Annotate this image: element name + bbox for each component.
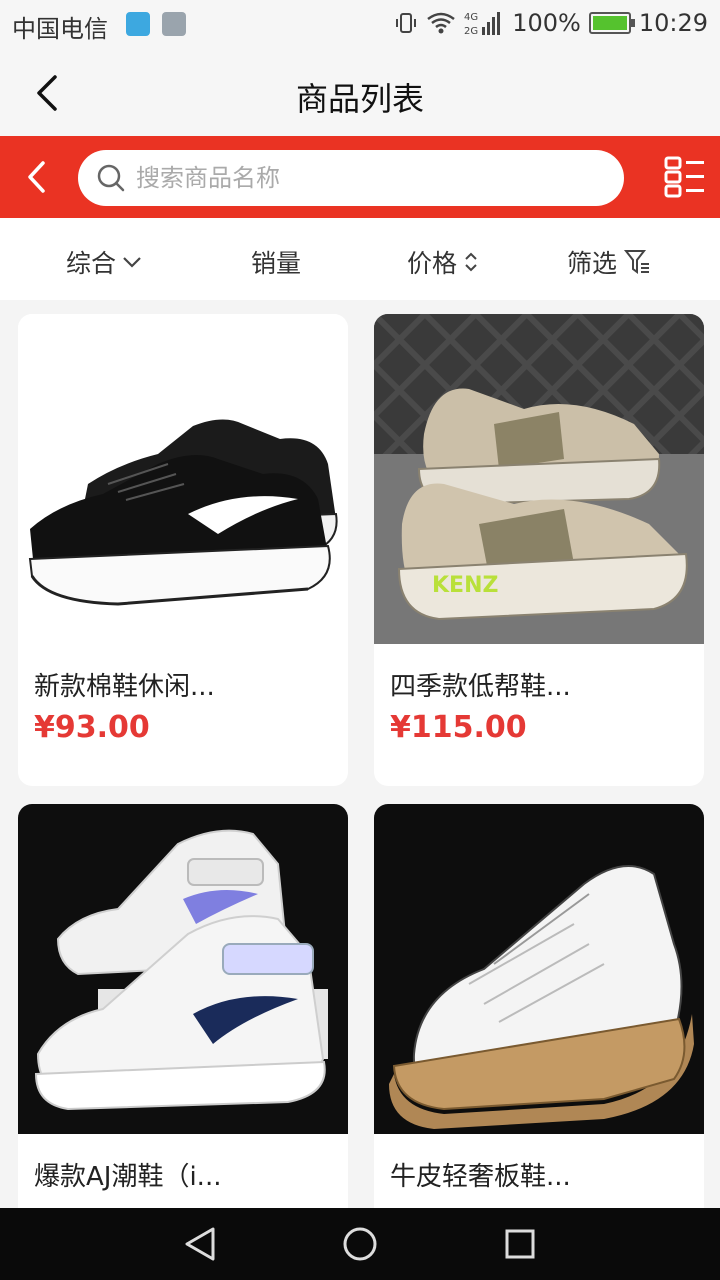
product-name: 新款棉鞋休闲... <box>34 672 215 702</box>
vibrate-icon <box>396 13 417 33</box>
clock: 10:29 <box>638 9 708 37</box>
page-title: 商品列表 <box>295 80 424 118</box>
product-image[interactable] <box>18 804 348 1134</box>
product-price: ¥115.00 <box>390 710 527 745</box>
search-icon <box>97 164 125 192</box>
product-card[interactable]: 新款棉鞋休闲... ¥93.00 <box>18 314 348 786</box>
product-card[interactable]: KENZ 四季款低帮鞋... ¥115.00 <box>374 314 704 786</box>
battery-percent: 100% <box>512 9 581 37</box>
product-name: 爆款AJ潮鞋（i... <box>34 1162 222 1192</box>
battery-icon <box>588 12 635 34</box>
product-card[interactable]: 爆款AJ潮鞋（i... <box>18 804 348 1208</box>
image-notification-icon <box>162 12 186 36</box>
sort-label: 综合 <box>66 249 117 278</box>
sort-label: 销量 <box>251 249 302 278</box>
search-header <box>0 136 720 218</box>
sort-comprehensive[interactable]: 综合 <box>66 244 142 280</box>
wifi-icon <box>427 12 455 34</box>
product-name: 四季款低帮鞋... <box>390 672 571 702</box>
signal-icon: 4G2G <box>464 12 501 37</box>
nav-recents-button[interactable] <box>500 1224 540 1264</box>
product-card[interactable]: 牛皮轻奢板鞋... <box>374 804 704 1208</box>
usb-icon <box>126 12 150 36</box>
product-grid: 新款棉鞋休闲... ¥93.00 KENZ 四季款低帮鞋... ¥115.00 … <box>0 300 720 1208</box>
product-name: 牛皮轻奢板鞋... <box>390 1162 571 1192</box>
svg-text:2G: 2G <box>464 26 478 37</box>
product-image[interactable]: KENZ <box>374 314 704 644</box>
sort-arrows-icon <box>465 252 477 272</box>
nav-home-button[interactable] <box>340 1224 380 1264</box>
sort-filter[interactable]: 筛选 <box>567 244 651 280</box>
system-nav-bar <box>0 1208 720 1280</box>
sort-label: 价格 <box>407 249 458 278</box>
svg-text:KENZ: KENZ <box>432 573 498 598</box>
nav-back-button[interactable] <box>180 1224 220 1264</box>
product-image[interactable] <box>374 804 704 1134</box>
product-image[interactable] <box>18 314 348 644</box>
sort-sales[interactable]: 销量 <box>251 244 301 280</box>
svg-text:4G: 4G <box>464 12 478 23</box>
filter-icon <box>623 250 650 274</box>
title-bar: 商品列表 <box>0 50 720 136</box>
triangle-back-icon <box>185 1227 215 1261</box>
search-input[interactable] <box>136 164 606 192</box>
circle-home-icon <box>343 1227 377 1261</box>
chevron-left-icon <box>28 161 45 193</box>
square-recents-icon <box>505 1229 535 1259</box>
search-box[interactable] <box>78 150 624 206</box>
status-bar: 中国电信 4G 2G 100% 10:29 <box>0 0 720 50</box>
list-layout-icon[interactable] <box>662 154 708 200</box>
sort-label: 筛选 <box>567 249 618 278</box>
carrier-label: 中国电信 <box>12 15 108 43</box>
search-back-button[interactable] <box>14 154 58 200</box>
sort-bar: 综合 销量 价格 筛选 <box>0 218 720 300</box>
chevron-down-icon <box>123 257 141 268</box>
sort-price[interactable]: 价格 <box>407 244 479 280</box>
product-price: ¥93.00 <box>34 710 150 745</box>
